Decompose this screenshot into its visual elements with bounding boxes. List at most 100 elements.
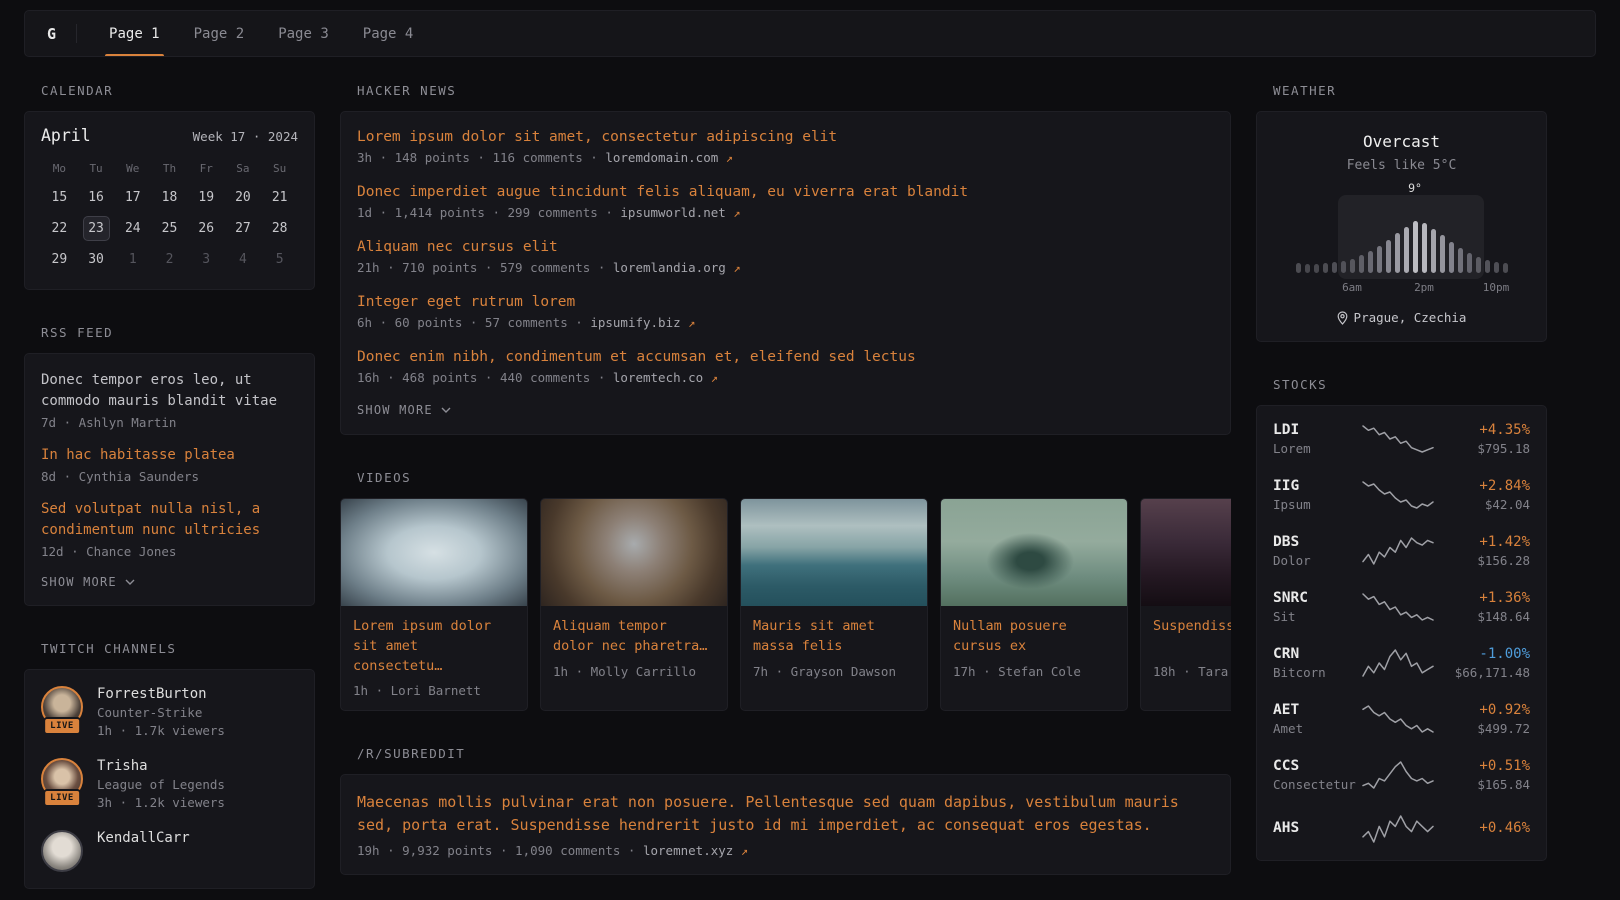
page-tab[interactable]: Page 1 <box>95 11 174 56</box>
twitch-avatar-wrap <box>41 830 83 872</box>
hackernews-item-title[interactable]: Integer eget rutrum lorem <box>357 294 1214 310</box>
stock-values: +0.51% $165.84 <box>1438 758 1530 792</box>
stock-change: +0.46% <box>1438 820 1530 836</box>
video-card[interactable]: Mauris sit amet massa felis 7h · Grayson… <box>740 498 928 711</box>
calendar-weekday-label: We <box>114 155 151 182</box>
twitch-channel-name[interactable]: KendallCarr <box>97 830 190 846</box>
weather-location: Prague, Czechia <box>1273 310 1530 325</box>
weather-section: WEATHER Overcast Feels like 5°C 9° 6am2p… <box>1256 83 1547 342</box>
stock-identity: IIG Ipsum <box>1273 478 1357 512</box>
rss-item[interactable]: In hac habitasse platea 8d · Cynthia Sau… <box>41 445 298 484</box>
page-tabs: Page 1 Page 2 Page 3 Page 4 <box>95 11 427 56</box>
rss-item-title[interactable]: In hac habitasse platea <box>41 445 298 466</box>
hackernews-item: Lorem ipsum dolor sit amet, consectetur … <box>357 129 1214 165</box>
rss-item[interactable]: Donec tempor eros leo, ut commodo mauris… <box>41 370 298 430</box>
rss-item-title[interactable]: Sed volutpat nulla nisl, a condimentum n… <box>41 499 298 541</box>
video-title[interactable]: Lorem ipsum dolor sit amet consectetu… <box>353 616 515 676</box>
stock-row[interactable]: CRN Bitcorn -1.00% $66,171.48 <box>1273 635 1530 691</box>
app-logo[interactable]: G <box>47 11 76 56</box>
video-card[interactable]: Suspendisse diam 18h · Tara <box>1140 498 1231 711</box>
hackernews-item-title[interactable]: Lorem ipsum dolor sit amet, consectetur … <box>357 129 1214 145</box>
logo-divider <box>76 24 77 43</box>
right-column: WEATHER Overcast Feels like 5°C 9° 6am2p… <box>1256 83 1547 861</box>
stock-row[interactable]: CCS Consectetur +0.51% $165.84 <box>1273 747 1530 803</box>
calendar-day-number: 25 <box>156 216 183 241</box>
hackernews-item-title[interactable]: Donec imperdiet augue tincidunt felis al… <box>357 184 1214 200</box>
twitch-channel-row[interactable]: LIVE Trisha League of Legends 3h · 1.2k … <box>41 758 298 810</box>
hackernews-item-meta: 6h · 60 points · 57 comments · ipsumify.… <box>357 315 1214 330</box>
dashboard-content: CALENDAR April Week 17 · 2024 MoTuWeThFr… <box>0 57 1620 889</box>
hackernews-item-title[interactable]: Aliquam nec cursus elit <box>357 239 1214 255</box>
video-thumbnail[interactable] <box>541 499 727 606</box>
video-meta: 1h · Lori Barnett <box>353 683 515 698</box>
twitch-channel-row[interactable]: KendallCarr <box>41 830 298 872</box>
twitch-channel-row[interactable]: LIVE ForrestBurton Counter-Strike 1h · 1… <box>41 686 298 738</box>
page-tab[interactable]: Page 2 <box>180 11 259 56</box>
rss-item-title[interactable]: Donec tempor eros leo, ut commodo mauris… <box>41 370 298 412</box>
stock-price: $499.72 <box>1438 721 1530 736</box>
stock-change: -1.00% <box>1438 646 1530 662</box>
calendar-day: 23 <box>78 213 115 244</box>
weather-bar <box>1431 229 1436 273</box>
weather-bar <box>1305 264 1310 273</box>
stock-values: +4.35% $795.18 <box>1438 422 1530 456</box>
hackernews-show-more-button[interactable]: SHOW MORE <box>357 403 1214 417</box>
video-thumbnail[interactable] <box>1141 499 1231 606</box>
weather-bar <box>1494 262 1499 273</box>
video-card[interactable]: Lorem ipsum dolor sit amet consectetu… 1… <box>340 498 528 711</box>
stock-symbol: DBS <box>1273 534 1357 550</box>
stock-identity: CRN Bitcorn <box>1273 646 1357 680</box>
subreddit-post-title[interactable]: Maecenas mollis pulvinar erat non posuer… <box>357 791 1214 837</box>
video-title[interactable]: Nullam posuere cursus ex <box>953 616 1115 657</box>
weather-bar <box>1449 242 1454 273</box>
page-tab[interactable]: Page 3 <box>264 11 343 56</box>
weather-bar <box>1332 262 1337 273</box>
stock-row[interactable]: AHS +0.46% <box>1273 803 1530 855</box>
stock-symbol: LDI <box>1273 422 1357 438</box>
page-tab[interactable]: Page 4 <box>349 11 428 56</box>
hackernews-item-domain[interactable]: ipsumify.biz <box>590 315 680 330</box>
video-title[interactable]: Mauris sit amet massa felis <box>753 616 915 657</box>
video-title[interactable]: Aliquam tempor dolor nec pharetra… <box>553 616 715 657</box>
hackernews-item-domain[interactable]: ipsumworld.net <box>620 205 725 220</box>
twitch-channel-name[interactable]: Trisha <box>97 758 225 774</box>
video-thumbnail[interactable] <box>941 499 1127 606</box>
rss-item[interactable]: Sed volutpat nulla nisl, a condimentum n… <box>41 499 298 559</box>
external-link-icon: ↗ <box>733 206 740 220</box>
stock-row[interactable]: LDI Lorem +4.35% $795.18 <box>1273 411 1530 467</box>
stock-price: $165.84 <box>1438 777 1530 792</box>
hackernews-item-stats: 21h · 710 points · 579 comments · <box>357 260 605 275</box>
twitch-channel-name[interactable]: ForrestBurton <box>97 686 225 702</box>
hackernews-item-domain[interactable]: loremtech.co <box>613 370 703 385</box>
stock-change: +0.51% <box>1438 758 1530 774</box>
hackernews-item-domain[interactable]: loremlandia.org <box>613 260 726 275</box>
stock-sparkline <box>1357 592 1438 622</box>
stock-row[interactable]: AET Amet +0.92% $499.72 <box>1273 691 1530 747</box>
middle-column: HACKER NEWS Lorem ipsum dolor sit amet, … <box>340 83 1231 875</box>
video-thumbnail[interactable] <box>741 499 927 606</box>
video-card[interactable]: Nullam posuere cursus ex 17h · Stefan Co… <box>940 498 1128 711</box>
stock-symbol: SNRC <box>1273 590 1357 606</box>
calendar-day: 18 <box>151 182 188 213</box>
weather-bar <box>1350 259 1355 273</box>
left-column: CALENDAR April Week 17 · 2024 MoTuWeThFr… <box>24 83 315 889</box>
calendar-day: 3 <box>188 244 225 275</box>
stock-row[interactable]: SNRC Sit +1.36% $148.64 <box>1273 579 1530 635</box>
hackernews-item-domain[interactable]: loremdomain.com <box>605 150 718 165</box>
video-title[interactable]: Suspendisse diam <box>1153 616 1231 657</box>
video-card[interactable]: Aliquam tempor dolor nec pharetra… 1h · … <box>540 498 728 711</box>
weather-bar <box>1386 240 1391 273</box>
video-card-body: Nullam posuere cursus ex 17h · Stefan Co… <box>941 606 1127 691</box>
stock-row[interactable]: IIG Ipsum +2.84% $42.04 <box>1273 467 1530 523</box>
rss-show-more-button[interactable]: SHOW MORE <box>41 575 298 589</box>
video-thumbnail[interactable] <box>341 499 527 606</box>
hackernews-list: Lorem ipsum dolor sit amet, consectetur … <box>357 129 1214 385</box>
calendar-day: 30 <box>78 244 115 275</box>
subreddit-post-domain[interactable]: loremnet.xyz <box>643 843 733 858</box>
videos-section: VIDEOS Lorem ipsum dolor sit amet consec… <box>340 470 1231 711</box>
hackernews-item: Donec imperdiet augue tincidunt felis al… <box>357 184 1214 220</box>
stock-sparkline <box>1357 424 1438 454</box>
hackernews-item-title[interactable]: Donec enim nibh, condimentum et accumsan… <box>357 349 1214 365</box>
twitch-channel-meta: 3h · 1.2k viewers <box>97 795 225 810</box>
stock-row[interactable]: DBS Dolor +1.42% $156.28 <box>1273 523 1530 579</box>
